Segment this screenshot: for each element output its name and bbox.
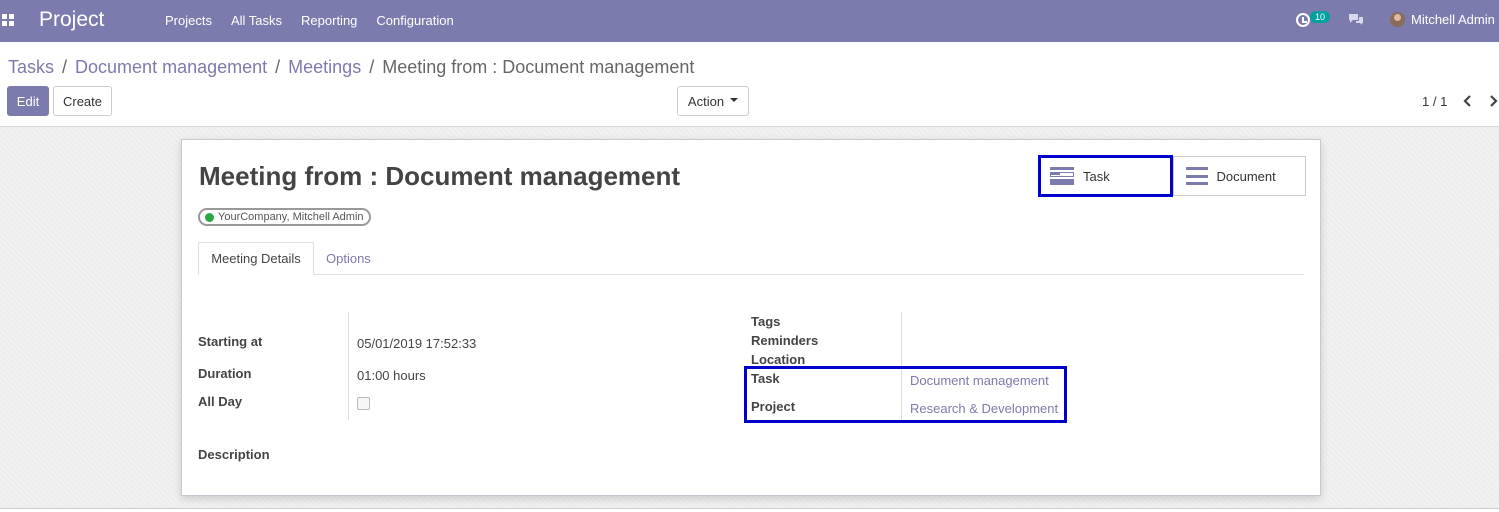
apps-menu-icon[interactable] bbox=[2, 14, 14, 26]
document-button-label: Document bbox=[1216, 168, 1276, 184]
caret-down-icon bbox=[730, 98, 739, 102]
activity-count-badge[interactable]: 10 bbox=[1310, 11, 1331, 23]
online-status-dot bbox=[205, 212, 214, 222]
chevron-left-icon[interactable] bbox=[1463, 95, 1473, 107]
starting-at-value: 05/01/2019 17:52:33 bbox=[357, 336, 477, 351]
avatar bbox=[1390, 12, 1405, 27]
breadcrumb-meetings[interactable]: Meetings bbox=[288, 57, 361, 78]
user-menu[interactable]: Mitchell Admin bbox=[1390, 12, 1495, 27]
description-label: Description bbox=[198, 447, 270, 462]
breadcrumb-current: Meeting from : Document management bbox=[382, 57, 695, 77]
duration-label: Duration bbox=[198, 366, 252, 381]
location-label: Location bbox=[751, 352, 806, 367]
all-day-label: All Day bbox=[198, 394, 243, 409]
project-label: Project bbox=[751, 399, 796, 414]
record-title: Meeting from : Document management bbox=[199, 161, 681, 191]
task-link[interactable]: Document management bbox=[910, 373, 1049, 388]
edit-button[interactable]: Edit bbox=[7, 86, 49, 116]
all-day-checkbox[interactable] bbox=[357, 397, 370, 410]
tab-meeting-details[interactable]: Meeting Details bbox=[198, 242, 314, 275]
chevron-right-icon[interactable] bbox=[1488, 95, 1498, 107]
smart-button-box: Task Document bbox=[1038, 155, 1306, 197]
task-button-label: Task bbox=[1083, 168, 1110, 184]
app-name: Project bbox=[39, 8, 105, 31]
menu-item-configuration[interactable]: Configuration bbox=[376, 13, 453, 28]
action-dropdown[interactable]: Action bbox=[677, 86, 749, 116]
task-icon bbox=[1050, 167, 1074, 185]
breadcrumb-tasks[interactable]: Tasks bbox=[8, 57, 54, 78]
duration-value: 01:00 hours bbox=[357, 368, 426, 383]
document-smart-button[interactable]: Document bbox=[1172, 157, 1306, 195]
tags-label: Tags bbox=[751, 314, 781, 329]
action-label: Action bbox=[687, 93, 725, 109]
top-navbar: Project Projects All Tasks Reporting Con… bbox=[0, 0, 1499, 42]
notebook-tabs: Meeting Details Options bbox=[198, 242, 1304, 275]
breadcrumb-separator: / bbox=[275, 57, 281, 77]
right-group-divider bbox=[901, 312, 902, 420]
attendee-tag[interactable]: YourCompany, Mitchell Admin bbox=[198, 208, 371, 226]
breadcrumb-document-management[interactable]: Document management bbox=[75, 57, 267, 78]
menu-item-all-tasks[interactable]: All Tasks bbox=[231, 13, 282, 28]
menu-item-reporting[interactable]: Reporting bbox=[301, 13, 357, 28]
bottom-divider bbox=[0, 508, 1499, 509]
breadcrumb-separator: / bbox=[369, 57, 375, 77]
pager-value[interactable]: 1 / 1 bbox=[1422, 94, 1447, 109]
task-smart-button[interactable]: Task bbox=[1038, 155, 1173, 197]
breadcrumb: Tasks / Document management / Meetings /… bbox=[8, 57, 694, 78]
list-icon bbox=[1185, 167, 1208, 185]
chat-icon[interactable] bbox=[1348, 13, 1364, 26]
project-link[interactable]: Research & Development bbox=[910, 401, 1058, 416]
tab-options[interactable]: Options bbox=[326, 242, 371, 275]
starting-at-label: Starting at bbox=[198, 334, 263, 349]
breadcrumb-separator: / bbox=[62, 57, 68, 77]
left-group-divider bbox=[348, 312, 349, 420]
user-name: Mitchell Admin bbox=[1411, 12, 1495, 27]
menu-item-projects[interactable]: Projects bbox=[165, 13, 212, 28]
main-menu: Projects All Tasks Reporting Configurati… bbox=[165, 13, 473, 28]
attendee-tag-label: YourCompany, Mitchell Admin bbox=[218, 211, 364, 223]
reminders-label: Reminders bbox=[751, 333, 819, 348]
form-sheet: Meeting from : Document management Task … bbox=[181, 139, 1321, 496]
create-button[interactable]: Create bbox=[53, 86, 112, 116]
task-label: Task bbox=[751, 371, 780, 386]
